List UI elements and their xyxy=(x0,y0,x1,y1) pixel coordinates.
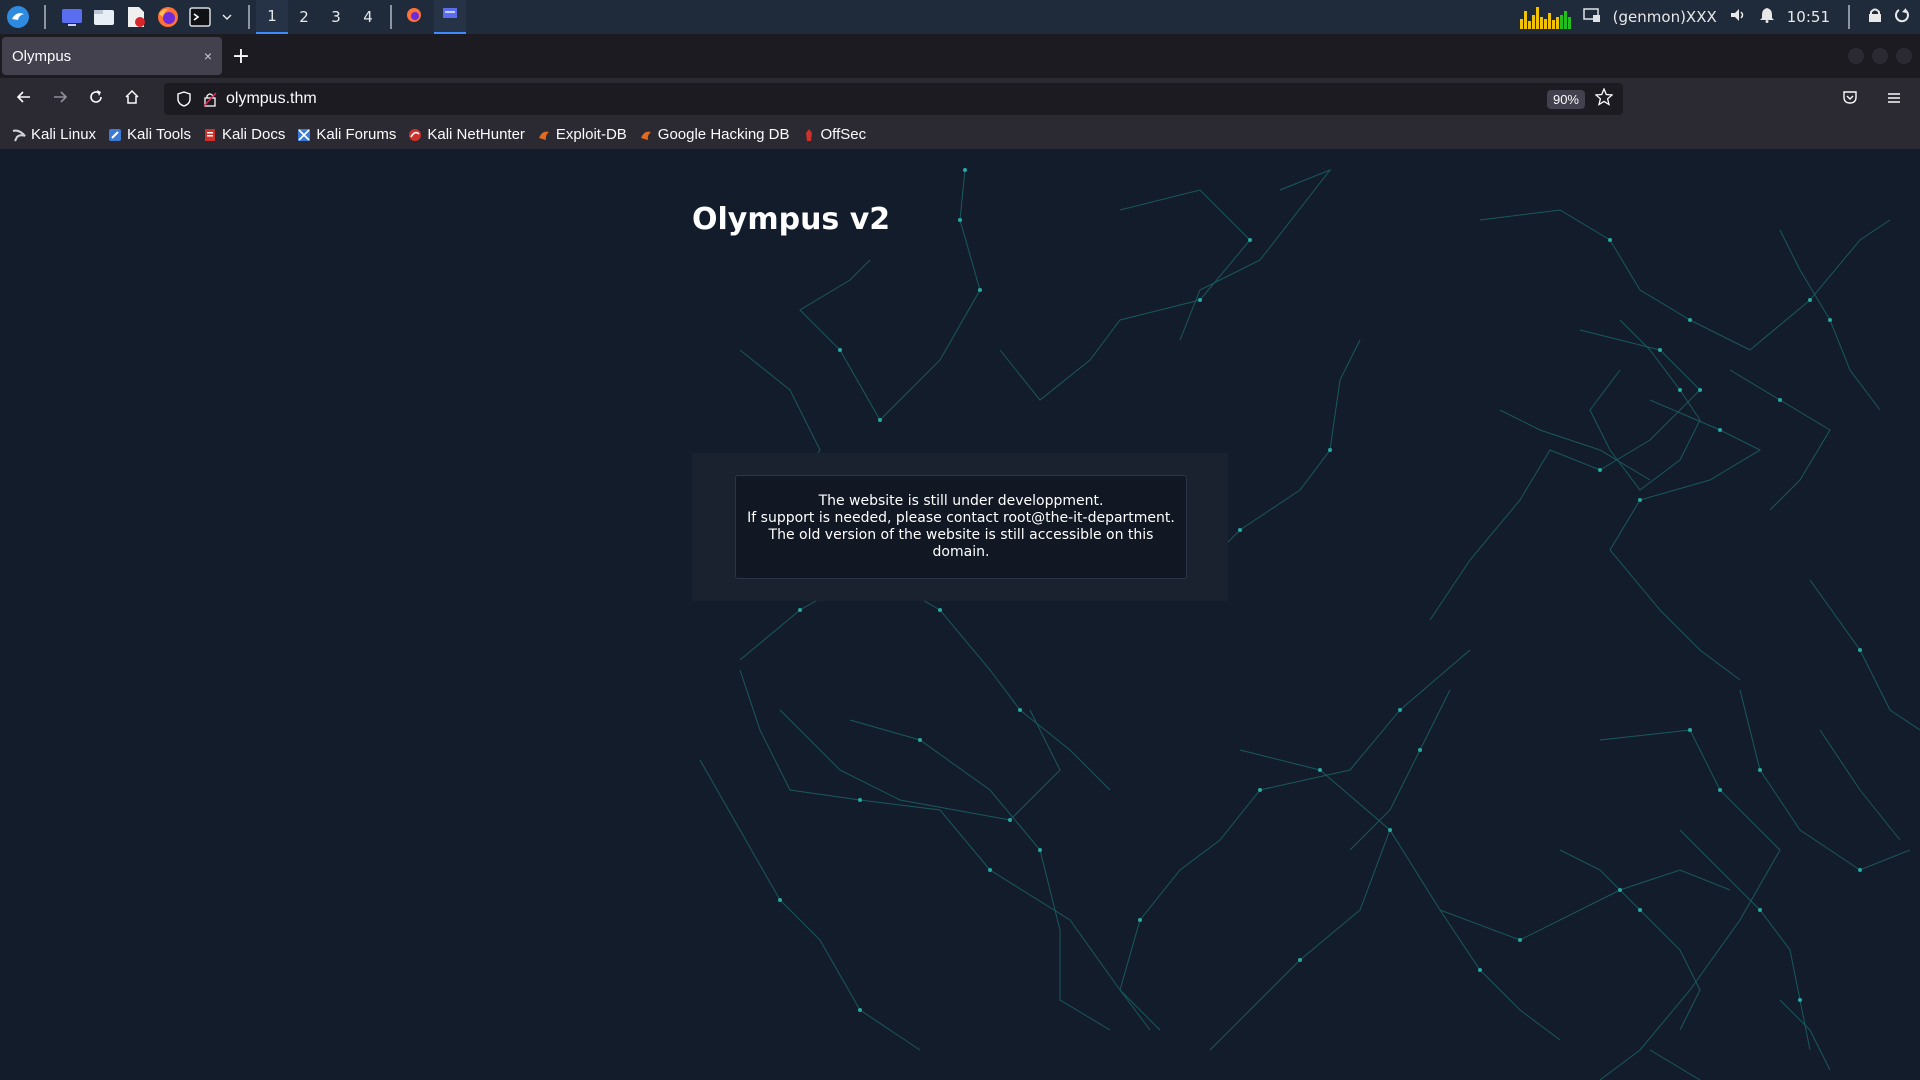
message-box: The website is still under developpment.… xyxy=(735,475,1187,579)
workspace-4[interactable]: 4 xyxy=(352,0,384,34)
taskbar-active-app[interactable] xyxy=(434,0,466,34)
window-controls xyxy=(1848,48,1920,64)
web-page: Olympus v2 The website is still under de… xyxy=(0,150,1920,1080)
system-tray: (genmon)XXX 10:51 xyxy=(1519,0,1920,34)
bookmark-kali-nethunter[interactable]: Kali NetHunter xyxy=(408,126,525,143)
bookmark-label: Exploit-DB xyxy=(555,126,627,143)
url-bar[interactable]: olympus.thm 90% xyxy=(164,83,1623,115)
app-menu-button[interactable] xyxy=(1876,81,1912,117)
back-button[interactable] xyxy=(6,81,42,117)
home-icon xyxy=(124,89,140,109)
panel-separator xyxy=(1848,5,1850,29)
panel-separator xyxy=(248,5,250,29)
kali-docs-icon xyxy=(203,128,217,142)
message-line: If support is needed, please contact roo… xyxy=(747,510,1175,526)
toolbar-right xyxy=(1832,81,1920,117)
window-close-button[interactable] xyxy=(1896,48,1912,64)
clock[interactable]: 10:51 xyxy=(1787,8,1830,26)
kali-menu-icon[interactable] xyxy=(6,5,30,29)
kali-dragon-icon xyxy=(12,128,26,142)
bookmarks-toolbar: Kali Linux Kali Tools Kali Docs Kali For… xyxy=(0,120,1920,150)
kali-forums-icon xyxy=(297,128,311,142)
message-line: The website is still under developpment. xyxy=(818,493,1104,509)
workspace-3[interactable]: 3 xyxy=(320,0,352,34)
bookmark-label: Google Hacking DB xyxy=(657,126,790,143)
bookmark-label: Kali Forums xyxy=(316,126,397,143)
bookmark-kali-docs[interactable]: Kali Docs xyxy=(203,126,285,143)
url-text[interactable]: olympus.thm xyxy=(226,90,317,108)
taskbar xyxy=(398,0,466,34)
navigation-bar: olympus.thm 90% xyxy=(0,78,1920,120)
bookmark-google-hacking-db[interactable]: Google Hacking DB xyxy=(639,126,790,143)
app-launcher xyxy=(0,0,256,34)
nethunter-icon xyxy=(408,128,422,142)
arrow-right-icon xyxy=(52,89,68,109)
firefox-icon xyxy=(406,7,422,27)
workspace-2[interactable]: 2 xyxy=(288,0,320,34)
network-background xyxy=(699,168,1920,1080)
bookmark-kali-tools[interactable]: Kali Tools xyxy=(108,126,191,143)
bookmark-label: Kali Linux xyxy=(31,126,97,143)
genmon-label: (genmon)XXX xyxy=(1612,8,1717,26)
maximize-button[interactable] xyxy=(1872,48,1888,64)
page-title: Olympus v2 xyxy=(692,202,891,237)
offsec-icon xyxy=(802,128,816,142)
browser-tab-bar: Olympus × + xyxy=(0,34,1920,78)
kali-tools-icon xyxy=(108,128,122,142)
desktop-panel: 1 2 3 4 (genmon)XXX 10:51 xyxy=(0,0,1920,34)
insecure-lock-icon[interactable] xyxy=(200,89,220,109)
bookmark-exploit-db[interactable]: Exploit-DB xyxy=(537,126,627,143)
file-manager-icon[interactable] xyxy=(92,5,116,29)
workspace-switcher: 1 2 3 4 xyxy=(256,0,384,34)
ghdb-icon xyxy=(639,128,653,142)
tab-title: Olympus xyxy=(12,47,72,65)
panel-separator xyxy=(390,5,392,29)
taskbar-firefox[interactable] xyxy=(398,0,430,34)
home-button[interactable] xyxy=(114,81,150,117)
bookmark-offsec[interactable]: OffSec xyxy=(802,126,867,143)
bookmark-kali-linux[interactable]: Kali Linux xyxy=(12,126,96,143)
volume-icon[interactable] xyxy=(1729,7,1747,27)
reload-button[interactable] xyxy=(78,81,114,117)
cpu-graph-icon xyxy=(1519,5,1571,29)
arrow-left-icon xyxy=(16,89,32,109)
power-icon[interactable] xyxy=(1894,7,1910,27)
shield-icon[interactable] xyxy=(174,89,194,109)
lock-icon[interactable] xyxy=(1868,7,1882,27)
bookmark-label: Kali NetHunter xyxy=(427,126,525,143)
tab-olympus[interactable]: Olympus × xyxy=(2,37,222,75)
new-tab-button[interactable]: + xyxy=(222,37,260,75)
terminal-icon[interactable] xyxy=(188,5,212,29)
desktop-icon[interactable] xyxy=(60,5,84,29)
message-line: domain. xyxy=(932,544,990,560)
pocket-icon xyxy=(1842,89,1858,109)
firefox-icon[interactable] xyxy=(156,5,180,29)
workspace-1[interactable]: 1 xyxy=(256,0,288,34)
bookmark-star-icon[interactable] xyxy=(1594,86,1614,111)
zoom-indicator[interactable]: 90% xyxy=(1546,89,1585,109)
pocket-button[interactable] xyxy=(1832,81,1868,117)
bookmark-label: Kali Docs xyxy=(221,126,286,143)
hamburger-menu-icon xyxy=(1886,90,1902,109)
bookmark-label: Kali Tools xyxy=(127,126,191,143)
bookmark-label: OffSec xyxy=(820,126,867,143)
close-icon[interactable]: × xyxy=(204,48,212,64)
reload-icon xyxy=(88,89,104,109)
bookmark-kali-forums[interactable]: Kali Forums xyxy=(297,126,396,143)
exploitdb-icon xyxy=(537,128,551,142)
panel-separator xyxy=(44,5,46,29)
window-icon xyxy=(442,7,458,25)
message-panel: The website is still under developpment.… xyxy=(692,453,1228,601)
forward-button[interactable] xyxy=(42,81,78,117)
notification-bell-icon[interactable] xyxy=(1759,7,1775,27)
message-line: The old version of the website is still … xyxy=(768,527,1154,543)
text-editor-icon[interactable] xyxy=(124,5,148,29)
minimize-button[interactable] xyxy=(1848,48,1864,64)
network-icon[interactable] xyxy=(1582,7,1601,27)
chevron-down-icon[interactable] xyxy=(220,5,234,29)
